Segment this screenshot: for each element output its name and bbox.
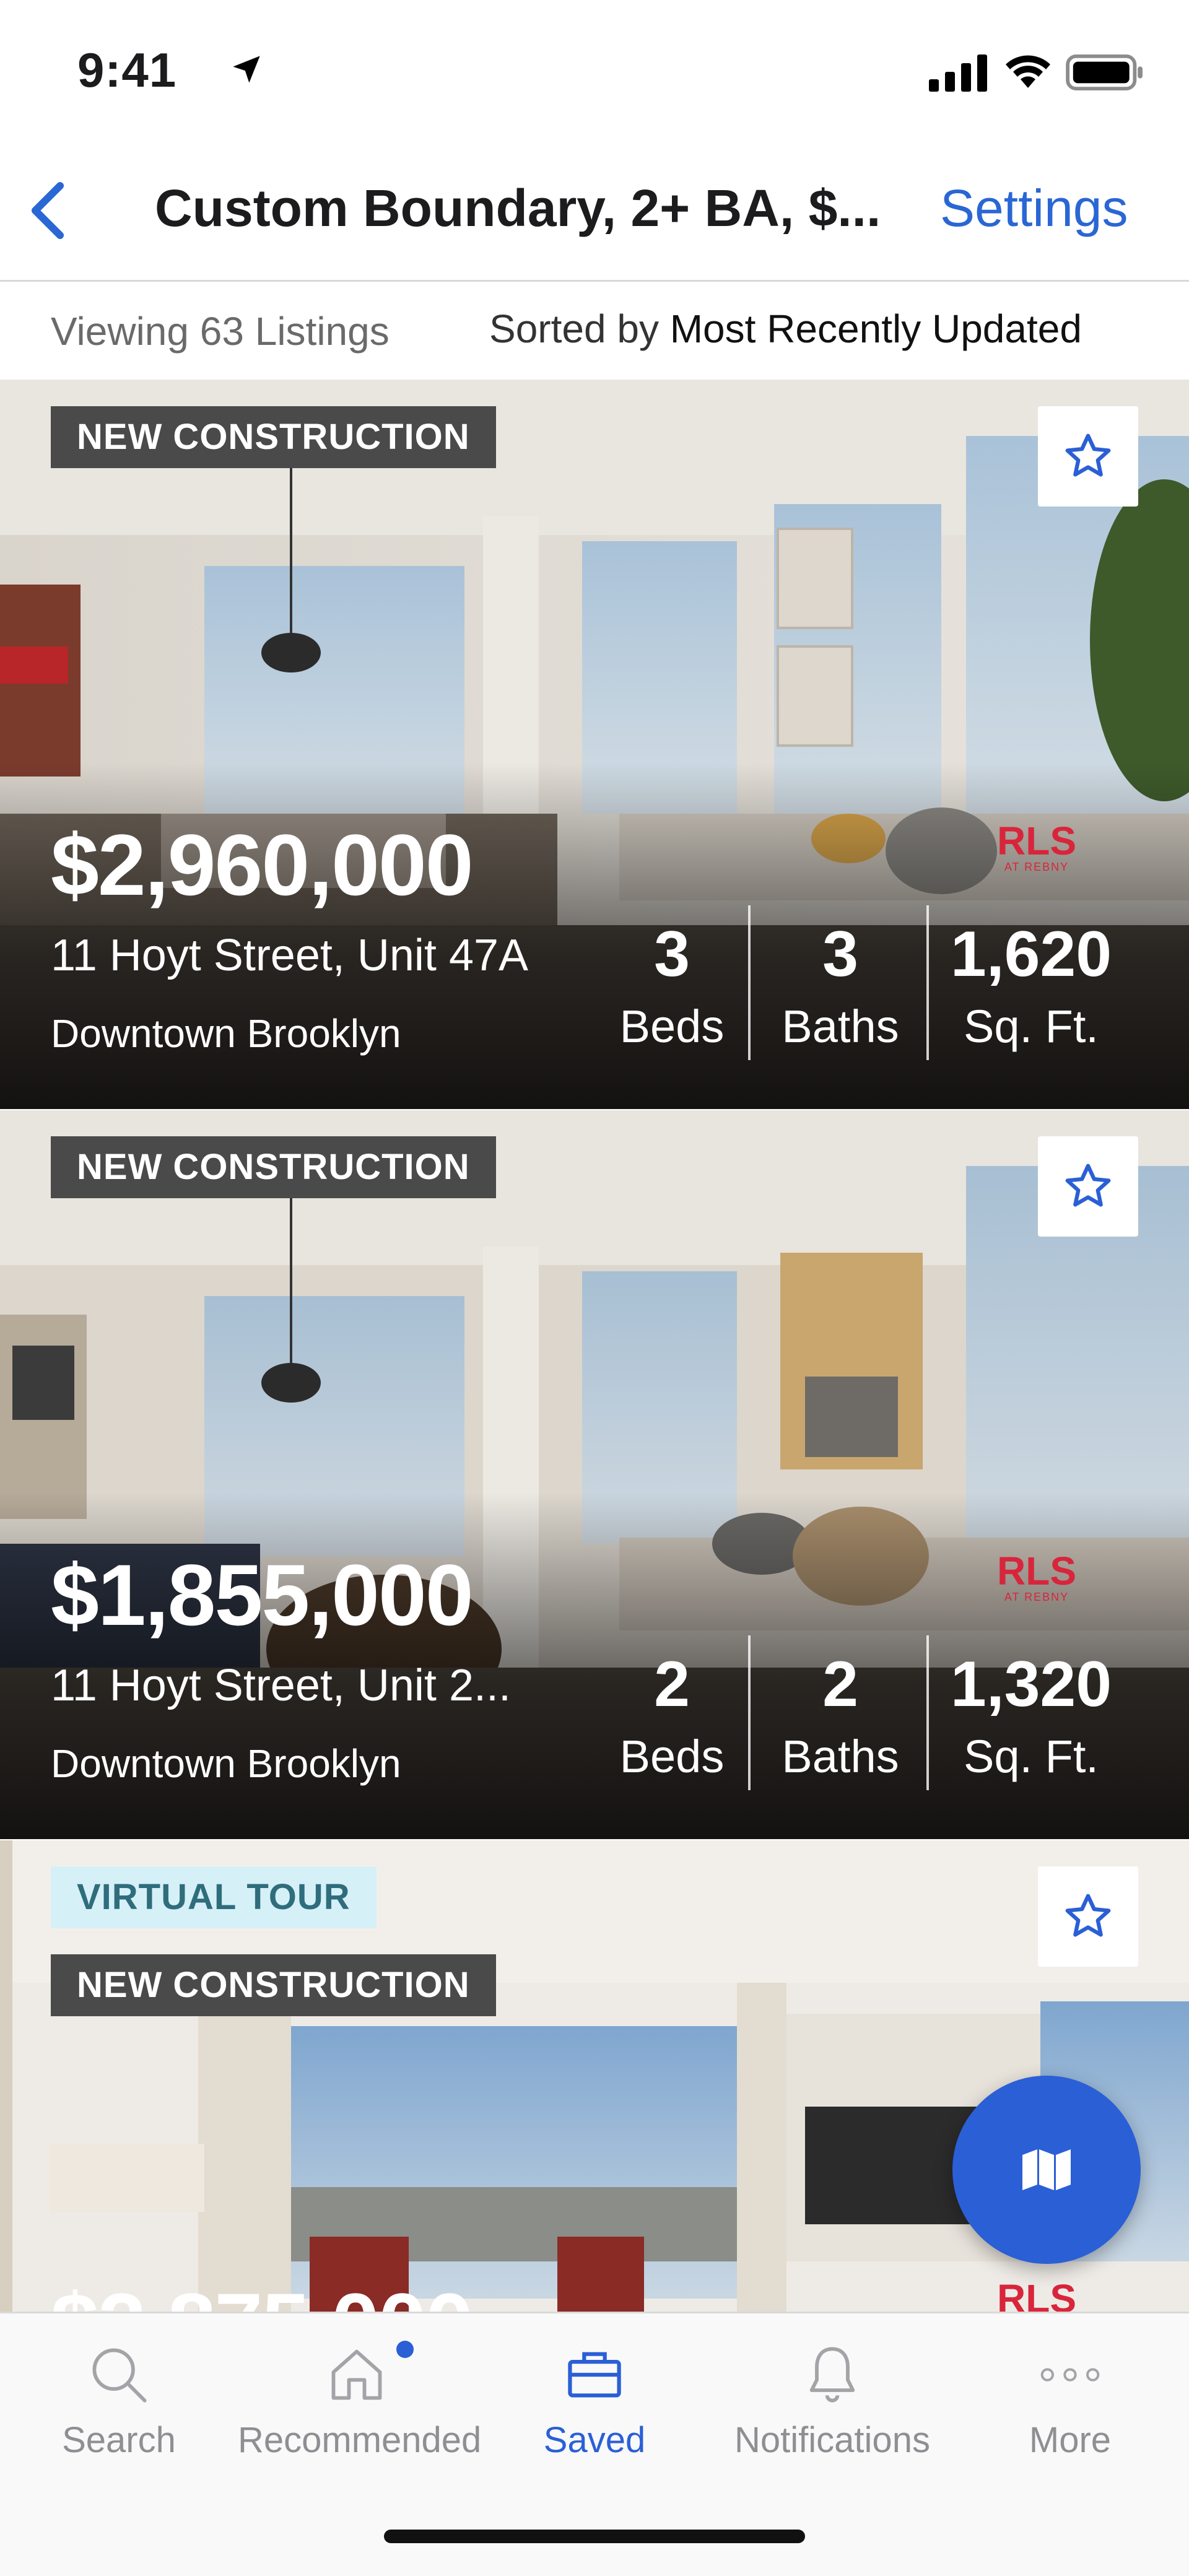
- baths-stat: 3 Baths: [757, 918, 924, 1053]
- sqft-stat: 1,620 Sq. Ft.: [947, 918, 1115, 1053]
- new-construction-badge: NEW CONSTRUCTION: [51, 406, 496, 468]
- tab-label: Search: [62, 2420, 176, 2460]
- baths-label: Baths: [782, 1001, 899, 1052]
- tab-label: Notifications: [734, 2420, 930, 2460]
- cellular-signal-icon: [929, 54, 987, 92]
- sqft-stat: 1,320 Sq. Ft.: [947, 1648, 1115, 1783]
- listing-address: 11 Hoyt Street, Unit 47A: [51, 931, 529, 980]
- sqft-label: Sq. Ft.: [964, 1001, 1099, 1052]
- bell-icon: [809, 2347, 855, 2403]
- sort-value: Most Recently Updated: [669, 307, 1082, 351]
- beds-value: 2: [654, 1648, 690, 1720]
- stat-divider: [748, 1635, 751, 1790]
- more-icon: [1040, 2368, 1100, 2382]
- listing-price: $2,875,000: [51, 2274, 474, 2312]
- back-chevron-icon[interactable]: [25, 181, 68, 240]
- broker-logo: RLS AT REBNY: [997, 819, 1076, 873]
- stat-divider: [926, 1635, 929, 1790]
- tab-label: Recommended: [238, 2420, 482, 2460]
- sqft-value: 1,320: [950, 1648, 1112, 1720]
- beds-label: Beds: [619, 1001, 725, 1052]
- tab-saved[interactable]: Saved: [476, 2338, 713, 2461]
- sort-selector[interactable]: Sorted by Most Recently Updated: [489, 306, 1082, 352]
- listing-price: $1,855,000: [51, 1546, 474, 1643]
- listing-neighborhood: Downtown Brooklyn: [51, 1011, 401, 1056]
- notification-dot: [396, 2341, 414, 2358]
- wifi-icon: [1006, 55, 1050, 88]
- stat-divider: [748, 905, 751, 1060]
- location-arrow-icon: [233, 56, 260, 83]
- battery-icon: [1066, 54, 1143, 90]
- sort-prefix: Sorted by: [489, 307, 659, 351]
- tab-label: More: [1029, 2420, 1112, 2460]
- home-indicator: [384, 2530, 805, 2543]
- search-icon: [92, 2348, 147, 2403]
- new-construction-badge: NEW CONSTRUCTION: [51, 1136, 496, 1198]
- listing-card[interactable]: NEW CONSTRUCTION RLS AT REBNY $1,855,000 …: [0, 1110, 1189, 1839]
- map-view-button[interactable]: [952, 2076, 1141, 2264]
- settings-button[interactable]: Settings: [940, 178, 1128, 238]
- tab-recommended[interactable]: Recommended: [238, 2338, 482, 2461]
- tab-search[interactable]: Search: [0, 2338, 238, 2461]
- listing-price: $2,960,000: [51, 816, 474, 913]
- tab-more[interactable]: More: [951, 2338, 1189, 2461]
- save-listing-button[interactable]: [1038, 1136, 1138, 1237]
- broker-logo: RLS AT REBNY: [997, 1549, 1076, 1603]
- listing-card[interactable]: NEW CONSTRUCTION RLS AT REBNY $2,960,000 …: [0, 380, 1189, 1109]
- beds-label: Beds: [619, 1731, 725, 1782]
- listing-address: 11 Hoyt Street, Unit 2...: [51, 1661, 511, 1710]
- baths-value: 3: [822, 918, 858, 990]
- briefcase-icon: [568, 2352, 621, 2398]
- map-icon: [1022, 2149, 1071, 2190]
- beds-stat: 2 Beds: [588, 1648, 756, 1783]
- listing-neighborhood: Downtown Brooklyn: [51, 1741, 401, 1786]
- page-title: Custom Boundary, 2+ BA, $...: [155, 179, 881, 237]
- virtual-tour-badge: VIRTUAL TOUR: [51, 1866, 377, 1928]
- status-bar: 9:41: [0, 0, 1189, 149]
- listing-count: Viewing 63 Listings: [51, 309, 390, 354]
- baths-value: 2: [822, 1648, 858, 1720]
- star-icon: [1065, 1164, 1111, 1207]
- status-time: 9:41: [77, 43, 177, 97]
- stat-divider: [926, 905, 929, 1060]
- beds-value: 3: [654, 918, 690, 990]
- star-icon: [1065, 433, 1111, 477]
- new-construction-badge: NEW CONSTRUCTION: [51, 1954, 496, 2016]
- star-icon: [1065, 1894, 1111, 1937]
- baths-label: Baths: [782, 1731, 899, 1782]
- tab-notifications[interactable]: Notifications: [713, 2338, 951, 2461]
- home-icon: [331, 2349, 382, 2400]
- sqft-label: Sq. Ft.: [964, 1731, 1099, 1782]
- tab-label: Saved: [543, 2420, 646, 2460]
- save-listing-button[interactable]: [1038, 1866, 1138, 1967]
- save-listing-button[interactable]: [1038, 406, 1138, 507]
- broker-logo: RLS: [997, 2276, 1076, 2312]
- beds-stat: 3 Beds: [588, 918, 756, 1053]
- baths-stat: 2 Baths: [757, 1648, 924, 1783]
- sqft-value: 1,620: [950, 918, 1112, 990]
